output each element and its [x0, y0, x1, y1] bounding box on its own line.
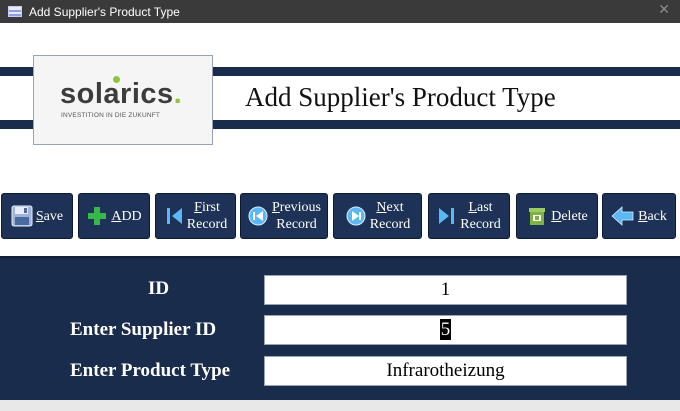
next-icon: [346, 206, 366, 226]
window-titlebar: Add Supplier's Product Type ✕: [0, 0, 680, 23]
back-label: Back: [638, 208, 667, 224]
back-arrow-icon: [611, 206, 634, 226]
previous-icon: [248, 206, 268, 226]
window-title: Add Supplier's Product Type: [29, 4, 180, 19]
logo-tagline: INVESTITION IN DIE ZUKUNFT: [61, 112, 161, 119]
next-record-button[interactable]: Next Record: [333, 193, 422, 239]
supplier-id-selected-text: 5: [439, 319, 452, 340]
first-record-label: First Record: [186, 200, 228, 232]
logo-wordmark: solarics.: [60, 78, 183, 110]
last-record-button[interactable]: Last Record: [428, 193, 510, 239]
save-icon: [11, 205, 33, 227]
company-logo: solarics. INVESTITION IN DIE ZUKUNFT: [33, 55, 213, 145]
save-label: Save: [35, 208, 64, 224]
supplier-id-label: Enter Supplier ID: [70, 319, 217, 340]
previous-record-label: Previous Record: [271, 200, 321, 232]
delete-label: Delete: [551, 208, 588, 224]
back-button[interactable]: Back: [602, 193, 676, 239]
logo-accent-dot: [113, 76, 120, 83]
skip-to-first-icon: [166, 208, 182, 224]
close-icon[interactable]: ✕: [658, 1, 670, 18]
first-record-button[interactable]: First Record: [155, 193, 236, 239]
bottom-strip: [0, 400, 680, 411]
form-icon: [8, 6, 22, 17]
next-record-label: Next Record: [369, 200, 411, 232]
delete-button[interactable]: Delete: [516, 193, 598, 239]
save-button[interactable]: Save: [1, 193, 73, 239]
id-label: ID: [148, 278, 170, 299]
plus-icon: [88, 207, 107, 225]
supplier-id-field[interactable]: 5: [264, 315, 627, 345]
page-title: Add Supplier's Product Type: [245, 82, 556, 112]
previous-record-button[interactable]: Previous Record: [240, 193, 328, 239]
skip-to-last-icon: [439, 208, 455, 224]
add-button[interactable]: ADD: [78, 193, 150, 239]
product-type-field[interactable]: Infrarotheizung: [264, 356, 627, 386]
last-record-label: Last Record: [460, 200, 501, 232]
id-field[interactable]: 1: [264, 275, 627, 305]
trash-icon: [529, 208, 546, 225]
product-type-label: Enter Product Type: [70, 360, 231, 381]
add-label: ADD: [111, 208, 142, 224]
